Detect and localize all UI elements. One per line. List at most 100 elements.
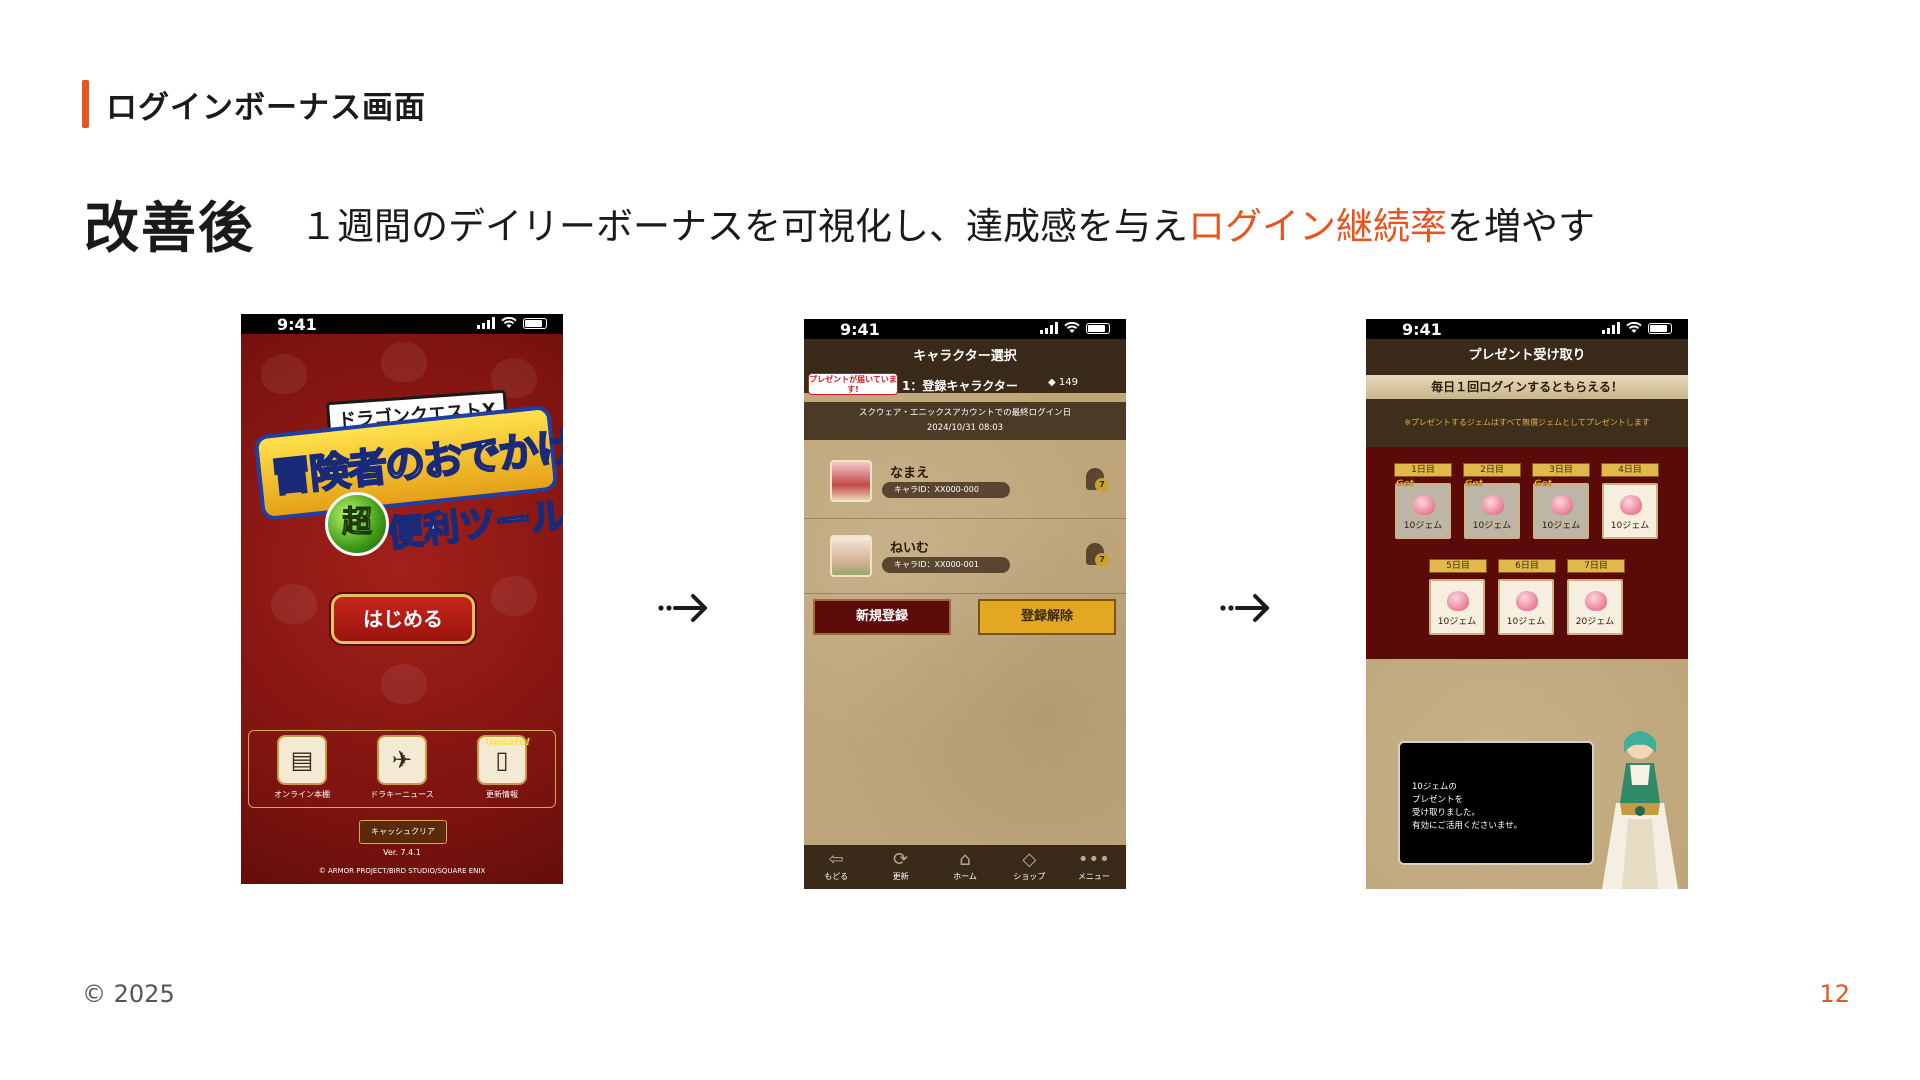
menu-icon: ••• — [1077, 849, 1110, 870]
message-line: 10ジェムの — [1412, 782, 1457, 792]
character-name: ねいむ — [890, 541, 930, 556]
character-id: キャラID：XX000-000 — [882, 482, 1010, 498]
menu-label: 更新情報 — [486, 790, 518, 799]
day-card-6[interactable]: 10ジェム — [1498, 579, 1554, 635]
arrow-right-icon — [658, 594, 707, 622]
day-card-3[interactable]: 10ジェム — [1533, 483, 1589, 539]
bottom-nav: ⇦ もどる ⟳ 更新 ⌂ ホーム ◇ ショップ ••• メニュー — [804, 845, 1126, 889]
nav-refresh[interactable]: ⟳ 更新 — [868, 845, 932, 889]
app-logo: ドラゴンクエストX 冒険者のおでかけ 便利ツール 超 — [247, 389, 563, 556]
last-login-date: 2024/10/31 08:03 — [926, 423, 1004, 433]
day-card-2[interactable]: 10ジェム — [1464, 483, 1520, 539]
slime-pattern — [381, 342, 427, 382]
gem-icon: ◆ — [1048, 377, 1059, 388]
gem-icon — [1551, 495, 1573, 515]
phone-title-screen: 9:41 ドラゴンクエストX 冒険者のおでかけ 便利ツール 超 はじめる ▤ オ… — [241, 314, 563, 884]
gem-note: ※プレゼントするジェムはすべて無償ジェムとしてプレゼントします — [1366, 399, 1688, 447]
bell-icon: 7 — [1086, 543, 1109, 567]
message-box: 10ジェムの プレゼントを 受け取りました。 有効にご活用くださいませ。 — [1398, 741, 1594, 865]
subtitle-highlight: ログイン継続率 — [1188, 205, 1447, 248]
avatar — [830, 460, 872, 502]
last-login-label: スクウェア・エニックスアカウントでの最終ログイン日 — [858, 408, 1072, 418]
bell-icon: 7 — [1086, 468, 1109, 492]
status-time: 9:41 — [1402, 320, 1442, 339]
phone-character-select: 9:41 キャラクター選択 プレゼントが届いています! 1：登録キャラクター ◆… — [804, 319, 1126, 889]
gem-amount: 20ジェム — [1575, 617, 1615, 627]
menu-item-dracky-news[interactable]: ✈ ドラキーニュース — [357, 735, 447, 800]
gem-icon — [1413, 495, 1435, 515]
menu-item-bookshelf[interactable]: ▤ オンライン本棚 — [257, 735, 347, 800]
new-register-button[interactable]: 新規登録 — [813, 599, 951, 635]
get-stamp: Get — [1465, 479, 1483, 489]
gem-icon — [1482, 495, 1504, 515]
gem-count-value: 149 — [1058, 377, 1078, 388]
slime-pattern — [381, 664, 427, 704]
wifi-icon — [1626, 322, 1642, 333]
gem-amount: 10ジェム — [1506, 617, 1546, 627]
daily-bonus-banner: 毎日１回ログインするともらえる！ — [1366, 375, 1688, 399]
slime-pattern — [491, 576, 537, 616]
page-number: 12 — [1819, 980, 1850, 1008]
day-label: 1日目 — [1394, 463, 1452, 477]
npc-character-illustration — [1602, 731, 1678, 889]
footer-copyright: © 2025 — [82, 980, 175, 1008]
gem-icon — [1447, 591, 1469, 611]
message-line: 有効にご活用くださいませ。 — [1412, 821, 1523, 831]
get-stamp: Get — [1534, 479, 1552, 489]
update-badge: Update! — [485, 737, 531, 748]
page-subtitle: １週間のデイリーボーナスを可視化し、達成感を与えログイン継続率を増やす — [300, 196, 1595, 250]
signal-icon — [1602, 322, 1620, 334]
day-label: 7日目 — [1567, 559, 1625, 573]
wifi-icon — [501, 317, 517, 328]
character-name: なまえ — [890, 466, 930, 481]
status-bar: 9:41 — [241, 314, 563, 334]
bell-count: 7 — [1095, 553, 1109, 567]
day-label: 3日目 — [1532, 463, 1590, 477]
slime-pattern — [271, 584, 317, 624]
day-card-1[interactable]: 10ジェム — [1395, 483, 1451, 539]
day-card-5[interactable]: 10ジェム — [1429, 579, 1485, 635]
section-accent-bar — [82, 80, 89, 128]
wifi-icon — [1064, 322, 1080, 333]
nav-back[interactable]: ⇦ もどる — [804, 845, 868, 889]
status-time: 9:41 — [277, 315, 317, 334]
character-row[interactable]: なまえ キャラID：XX000-000 7 — [804, 444, 1126, 519]
day-label: 2日目 — [1463, 463, 1521, 477]
signal-icon — [477, 317, 495, 329]
day-label: 6日目 — [1498, 559, 1556, 573]
copyright-label: © ARMOR PROJECT/BIRD STUDIO/SQUARE ENIX — [318, 867, 486, 875]
subtitle-text: １週間のデイリーボーナスを可視化し、達成感を与え — [300, 205, 1188, 248]
version-label: Ver. 7.4.1 — [383, 848, 421, 857]
present-notice-badge[interactable]: プレゼントが届いています! — [808, 373, 898, 395]
nav-label: ホーム — [953, 872, 977, 881]
status-bar: 9:41 — [1366, 319, 1688, 339]
nav-label: 更新 — [892, 872, 909, 881]
nav-label: もどる — [824, 872, 849, 881]
start-button[interactable]: はじめる — [331, 594, 475, 644]
back-icon: ⇦ — [828, 849, 844, 870]
day-card-4[interactable]: 10ジェム — [1602, 483, 1658, 539]
dracky-news-icon: ✈ — [377, 735, 427, 785]
shop-icon: ◇ — [1022, 849, 1037, 870]
cache-clear-button[interactable]: キャッシュクリア — [359, 820, 447, 844]
day-label: 5日目 — [1429, 559, 1487, 573]
message-line: 受け取りました。 — [1412, 808, 1481, 818]
slime-pattern — [261, 354, 307, 394]
nav-home[interactable]: ⌂ ホーム — [933, 845, 997, 889]
day-card-7[interactable]: 20ジェム — [1567, 579, 1623, 635]
nav-shop[interactable]: ◇ ショップ — [997, 845, 1061, 889]
arrow-right-icon — [1220, 594, 1269, 622]
gem-amount: 10ジェム — [1403, 521, 1443, 531]
slot-label: 1：登録キャラクター — [902, 379, 1018, 393]
nav-menu[interactable]: ••• メニュー — [1062, 845, 1126, 889]
avatar — [830, 535, 872, 577]
unregister-button[interactable]: 登録解除 — [978, 599, 1116, 635]
subtitle-text-end: を増やす — [1447, 205, 1595, 248]
section-title: ログインボーナス画面 — [106, 90, 426, 126]
last-login-info: スクウェア・エニックスアカウントでの最終ログイン日 2024/10/31 08:… — [804, 402, 1126, 440]
gem-icon — [1516, 591, 1538, 611]
gem-amount: 10ジェム — [1472, 521, 1512, 531]
battery-icon — [523, 317, 547, 329]
character-row[interactable]: ねいむ キャラID：XX000-001 7 — [804, 519, 1126, 594]
title-menu: ▤ オンライン本棚 ✈ ドラキーニュース ▯ 更新情報 Update! — [248, 730, 556, 808]
